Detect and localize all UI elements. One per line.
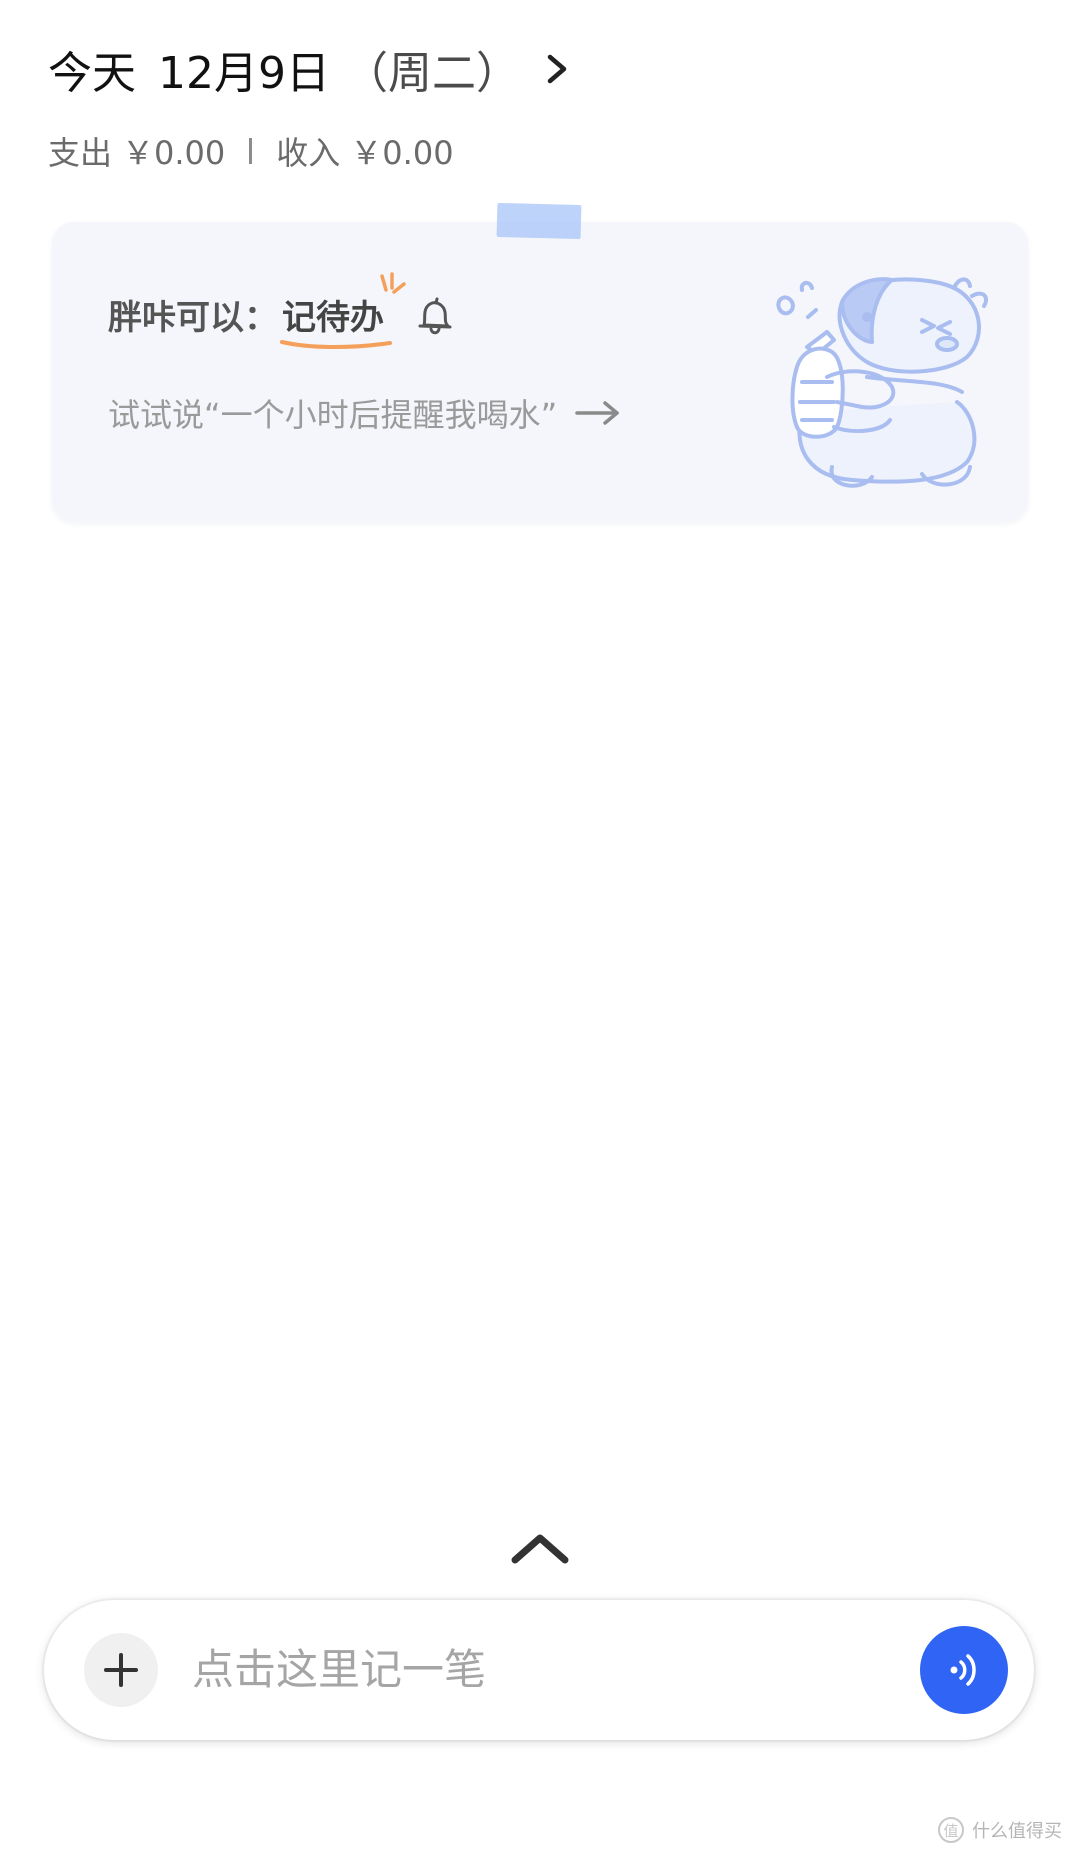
chevron-up-icon[interactable]	[509, 1530, 571, 1566]
screen: 今天 12月9日 （周二） 支出 ￥0.00 收入 ￥0.00 胖咔可以： 记待…	[0, 0, 1080, 1861]
tip-feature: 记待办	[282, 298, 384, 338]
tip-card[interactable]: 胖咔可以： 记待办 试试说“一个小时后提醒我喝水”	[52, 202, 1028, 522]
bell-icon	[418, 297, 452, 334]
voice-input-button[interactable]	[920, 1626, 1008, 1714]
tip-feature-highlight: 记待办	[280, 272, 406, 350]
mascot-illustration	[776, 277, 989, 488]
sparkle-icon	[380, 272, 406, 294]
tape-decoration	[496, 202, 582, 240]
tip-title-prefix: 胖咔可以：	[108, 298, 278, 338]
today-label: 今天	[48, 48, 136, 99]
daily-summary: 支出 ￥0.00 收入 ￥0.00	[48, 128, 1008, 174]
date-label: 12月9日	[158, 48, 330, 99]
header: 今天 12月9日 （周二） 支出 ￥0.00 收入 ￥0.00	[48, 38, 1008, 174]
arrow-right-icon	[575, 401, 619, 425]
entry-input-placeholder[interactable]: 点击这里记一笔	[192, 1644, 486, 1696]
watermark-badge: 值	[938, 1817, 964, 1843]
income-amount: ￥0.00	[350, 134, 454, 172]
add-button[interactable]	[84, 1633, 158, 1707]
watermark: 值 什么值得买	[938, 1817, 1062, 1843]
underline-swoosh-icon	[280, 340, 392, 350]
quick-entry-bar[interactable]: 点击这里记一笔	[44, 1600, 1034, 1740]
weekday-label: （周二）	[343, 48, 520, 99]
watermark-text: 什么值得买	[972, 1821, 1062, 1842]
expense-label: 支出	[48, 134, 113, 172]
tip-title: 胖咔可以： 记待办	[108, 272, 454, 350]
date-selector[interactable]: 今天 12月9日 （周二）	[48, 38, 1008, 100]
chevron-right-icon	[547, 54, 567, 84]
plus-icon	[104, 1653, 138, 1687]
summary-divider	[249, 138, 253, 164]
income-label: 收入	[276, 134, 341, 172]
tip-hint[interactable]: 试试说“一个小时后提醒我喝水”	[108, 390, 623, 436]
voice-icon	[950, 1654, 976, 1686]
tip-hint-text: 试试说“一个小时后提醒我喝水”	[108, 396, 558, 434]
expense-amount: ￥0.00	[122, 134, 226, 172]
